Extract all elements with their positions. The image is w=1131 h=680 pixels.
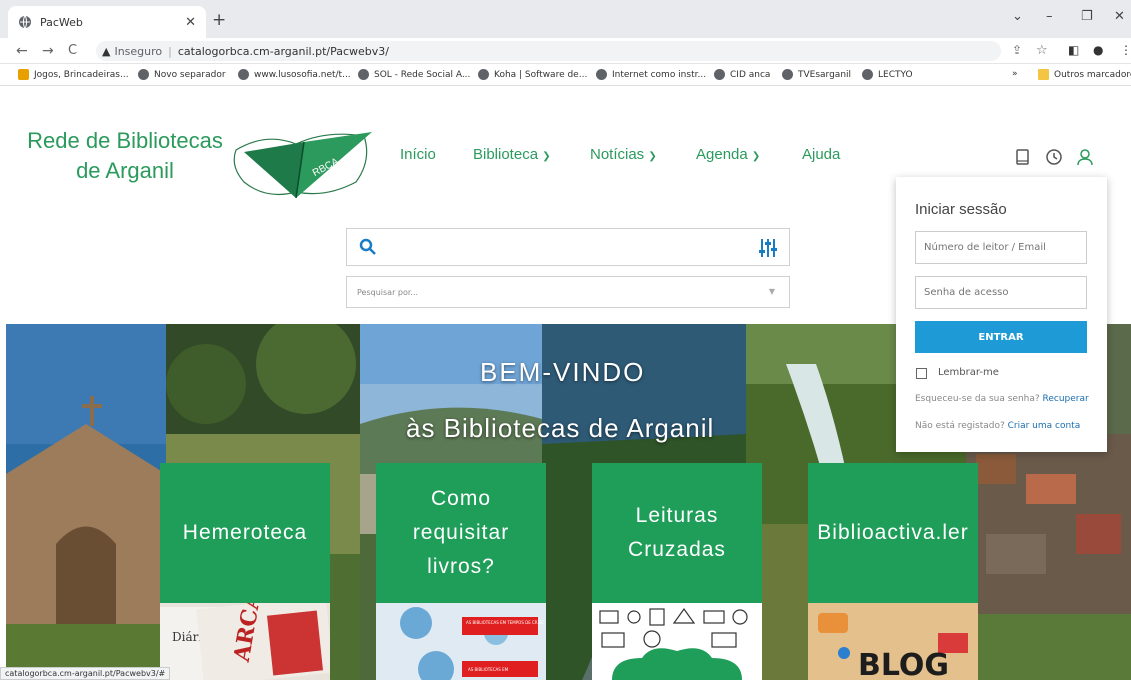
bookmark-item[interactable]: LECTYO <box>862 69 913 80</box>
search-field-select[interactable]: Pesquisar por... ▼ <box>346 276 790 308</box>
status-url: catalogorbca.cm-arganil.pt/Pacwebv3/# <box>0 667 171 680</box>
site-logo-text[interactable]: Rede de Bibliotecas de Arganil <box>20 126 230 186</box>
bookmark-favicon-icon <box>358 69 369 80</box>
forward-icon[interactable]: → <box>42 43 54 59</box>
browser-tab-bar: PacWeb ✕ + ⌄ – ❐ ✕ <box>0 0 1131 38</box>
newspapers-thumbnail[interactable]: Diário ARCA <box>160 603 330 680</box>
blog-label: BLOG <box>858 648 949 680</box>
user-icon[interactable] <box>1076 148 1094 166</box>
globe-icon <box>19 15 31 29</box>
remember-label: Lembrar-me <box>938 367 999 378</box>
more-bookmarks-icon[interactable]: » <box>1012 69 1018 79</box>
other-bookmarks[interactable]: Outros marcadores <box>1038 69 1131 80</box>
bookmark-item[interactable]: SOL - Rede Social A... <box>358 69 470 80</box>
card-leituras-cruzadas[interactable]: Leituras Cruzadas <box>592 463 762 603</box>
bookmark-item[interactable]: Novo separador <box>138 69 226 80</box>
logo-line-1: Rede de Bibliotecas <box>27 128 223 153</box>
blog-thumbnail[interactable]: BLOG <box>808 603 978 680</box>
bookmark-item[interactable]: Koha | Software de... <box>478 69 587 80</box>
warning-icon: ▲ <box>102 44 111 58</box>
globe-icon <box>714 69 725 80</box>
card-como-requisitar[interactable]: Como requisitar livros? <box>376 463 546 603</box>
card-label: Biblioactiva.ler <box>817 521 969 544</box>
new-tab-icon[interactable]: + <box>212 10 226 30</box>
card-label: Como requisitar livros? <box>412 487 510 578</box>
user-field[interactable] <box>915 231 1087 264</box>
url-separator: | <box>168 44 172 58</box>
nav-inicio[interactable]: Início <box>400 146 436 163</box>
bookmark-favicon-icon <box>238 69 249 80</box>
recover-link[interactable]: Recuperar <box>1043 394 1089 404</box>
menu-icon[interactable]: ⋮ <box>1120 43 1131 57</box>
create-account-link[interactable]: Criar uma conta <box>1008 421 1081 431</box>
bookmark-item[interactable]: Internet como instr... <box>596 69 706 80</box>
reload-icon[interactable]: C <box>68 43 77 58</box>
card-biblioactiva[interactable]: Biblioactiva.ler <box>808 463 978 603</box>
login-title: Iniciar sessão <box>915 201 1007 218</box>
bookmark-item[interactable]: Jogos, Brincadeiras... <box>18 69 129 80</box>
card-hemeroteca[interactable]: Hemeroteca <box>160 463 330 603</box>
address-bar-row: ← → C ▲ Inseguro | catalogorbca.cm-argan… <box>0 38 1131 64</box>
folder-icon <box>1038 69 1049 80</box>
search-input[interactable] <box>346 228 790 266</box>
password-field[interactable] <box>915 276 1087 309</box>
search-select-placeholder: Pesquisar por... <box>357 288 419 297</box>
url-text: catalogorbca.cm-arganil.pt/Pacwebv3/ <box>177 44 390 58</box>
profile-icon[interactable]: ● <box>1093 43 1103 57</box>
church-photo <box>6 324 166 680</box>
tab-search-icon[interactable]: ⌄ <box>1012 9 1023 24</box>
history-icon[interactable] <box>1045 148 1063 166</box>
browser-tab[interactable]: PacWeb ✕ <box>8 6 206 38</box>
star-icon[interactable]: ☆ <box>1036 43 1048 58</box>
back-icon[interactable]: ← <box>16 43 28 59</box>
url-field[interactable]: ▲ Inseguro | catalogorbca.cm-arganil.pt/… <box>96 41 1001 61</box>
bookmark-item[interactable]: CID anca <box>714 69 770 80</box>
chevron-down-icon: ❯ <box>542 151 551 162</box>
filter-sliders-icon[interactable] <box>759 238 777 258</box>
card-label: Hemeroteca <box>182 521 308 544</box>
tab-title: PacWeb <box>40 15 83 29</box>
login-button[interactable]: ENTRAR <box>915 321 1087 353</box>
logo-line-2: de Arganil <box>76 158 174 183</box>
bookmarks-bar: Jogos, Brincadeiras... Novo separador ww… <box>0 64 1131 86</box>
close-tab-icon[interactable]: ✕ <box>185 15 196 30</box>
globe-icon <box>478 69 489 80</box>
minimize-icon[interactable]: – <box>1046 9 1053 24</box>
globe-icon <box>782 69 793 80</box>
rbca-book-logo[interactable]: RBCA <box>226 112 376 204</box>
globe-icon <box>138 69 149 80</box>
nav-noticias[interactable]: Notícias ❯ <box>590 146 657 163</box>
close-window-icon[interactable]: ✕ <box>1114 9 1125 24</box>
login-dropdown: Iniciar sessão ENTRAR Lembrar-me Esquece… <box>896 177 1107 452</box>
sidepanel-icon[interactable]: ◧ <box>1068 43 1079 57</box>
bookmark-item[interactable]: www.lusosofia.net/t... <box>238 69 351 80</box>
hero-subtitle: às Bibliotecas de Arganil <box>406 413 715 443</box>
forgot-password-line: Esqueceu-se da sua senha? Recuperar <box>915 394 1089 404</box>
remember-checkbox[interactable] <box>916 368 927 379</box>
nav-agenda[interactable]: Agenda ❯ <box>696 146 760 163</box>
insecure-label: Inseguro <box>114 44 163 58</box>
book-icon[interactable] <box>1014 148 1032 166</box>
covid-thumbnail[interactable]: AS BIBLIOTECAS EM TEMPOS DE CRISE AS BIB… <box>376 603 546 680</box>
nav-ajuda[interactable]: Ajuda <box>802 146 840 163</box>
covid-label: AS BIBLIOTECAS EM TEMPOS DE CRISE <box>466 620 544 625</box>
covid-label: AS BIBLIOTECAS EM <box>468 667 509 672</box>
share-icon[interactable]: ⇪ <box>1012 43 1022 57</box>
register-line: Não está registado? Criar uma conta <box>915 421 1081 431</box>
hero-title: BEM-VINDO <box>480 357 646 387</box>
chevron-down-icon: ❯ <box>751 151 761 162</box>
globe-icon <box>862 69 873 80</box>
bookmark-favicon-icon <box>18 69 29 80</box>
search-icon[interactable] <box>359 238 377 256</box>
dropdown-arrow-icon: ▼ <box>768 287 775 296</box>
card-label: Leituras Cruzadas <box>628 504 726 561</box>
nav-biblioteca[interactable]: Biblioteca ❯ <box>473 146 551 163</box>
chevron-down-icon: ❯ <box>648 151 657 162</box>
bookmark-item[interactable]: TVEsarganil <box>782 69 851 80</box>
globe-icon <box>596 69 607 80</box>
icons-collage-thumbnail[interactable] <box>592 603 762 680</box>
restore-icon[interactable]: ❐ <box>1081 9 1093 24</box>
